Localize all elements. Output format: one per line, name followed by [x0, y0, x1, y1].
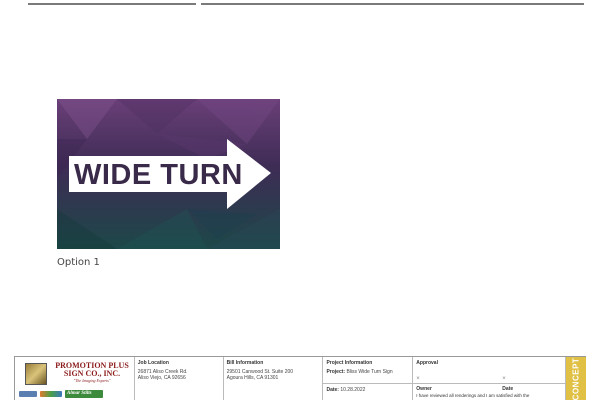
signature-line: [413, 383, 566, 384]
owner-signature-mark[interactable]: ×: [416, 376, 420, 382]
approval-cell: Approval × × Owner Date I have reviewed …: [413, 357, 567, 400]
company-logo-icon: [25, 363, 47, 385]
company-tagline: "The Imaging Experts": [73, 378, 111, 383]
job-location-line2: Aliso Viejo, CA 92656: [137, 375, 186, 381]
concept-tab: CONCEPT: [566, 357, 586, 400]
project-label: Project:: [326, 369, 346, 375]
approval-date-label: Date: [502, 386, 514, 392]
partner-badge-icon: [40, 391, 62, 397]
option-caption: Option 1: [57, 257, 100, 268]
date-value: 10.28.2022: [340, 387, 366, 393]
date-signature-mark[interactable]: ×: [502, 376, 506, 382]
header-rule-left: [28, 3, 196, 5]
partner-badges: Almar Stilts: [19, 390, 103, 398]
header-rule-right: [201, 3, 584, 5]
wide-turn-sign-graphic: WIDE TURN: [57, 99, 280, 249]
company-name: PROMOTION PLUS SIGN CO., INC.: [52, 362, 132, 378]
approval-header: Approval: [416, 360, 438, 366]
job-location-header: Job Location: [137, 360, 169, 366]
sign-rendering: WIDE TURN: [57, 99, 280, 249]
concept-label: CONCEPT: [571, 357, 581, 400]
almar-stilts-badge: Almar Stilts: [65, 390, 103, 398]
project-information-header: Project Information: [326, 360, 373, 366]
project-date-row: Date: 10.28.2022: [326, 387, 409, 393]
date-label: Date:: [326, 387, 339, 393]
company-logo-cell: PROMOTION PLUS SIGN CO., INC. "The Imagi…: [15, 357, 135, 400]
bill-information-header: Bill Information: [226, 360, 264, 366]
bill-information-cell: Bill Information 29501 Canwood St. Suite…: [224, 357, 324, 400]
approval-note: I have reviewed all renderings and I am …: [416, 393, 530, 398]
sign-text: WIDE TURN: [74, 159, 243, 191]
bill-information-line2: Agoura Hills, CA 91301: [226, 375, 279, 381]
job-location-cell: Job Location 26871 Aliso Creek Rd. Aliso…: [135, 357, 224, 400]
project-information-cell: Project Information Project: Bliss Wide …: [323, 357, 414, 400]
project-name-row: Project: Bliss Wide Turn Sign: [326, 369, 409, 375]
partner-badge-icon: [19, 391, 37, 397]
project-value: Bliss Wide Turn Sign: [346, 369, 393, 375]
title-block: PROMOTION PLUS SIGN CO., INC. "The Imagi…: [14, 356, 586, 400]
owner-label: Owner: [416, 386, 432, 392]
company-name-line2: SIGN CO., INC.: [63, 369, 121, 378]
